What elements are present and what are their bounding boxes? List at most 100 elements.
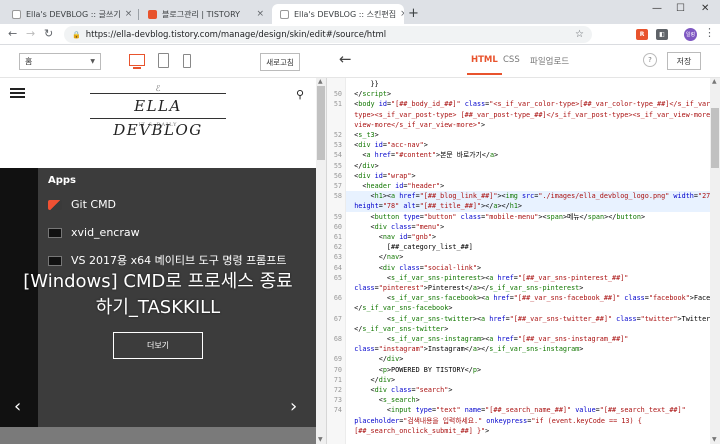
maximize-button[interactable]: ☐	[676, 3, 685, 14]
read-more-button[interactable]: 더보기	[113, 332, 203, 359]
apps-heading: Apps	[48, 175, 77, 186]
browser-tab-1[interactable]: Ella's DEVBLOG :: 글쓰기 ×	[4, 4, 136, 24]
browser-menu-icon[interactable]: ⋮	[704, 26, 715, 39]
code-line[interactable]: [##_search_onclick_submit_##] }">	[346, 426, 489, 436]
code-line[interactable]: <s_if_var_sns-pinterest><a href="[##_var…	[346, 273, 628, 283]
scroll-up-icon[interactable]: ▲	[712, 78, 717, 85]
help-icon[interactable]: ?	[643, 53, 657, 67]
code-line[interactable]: class="instagram">Instagram</a></s_if_va…	[346, 344, 583, 354]
code-line[interactable]: </div>	[346, 161, 379, 171]
code-line[interactable]: class="pinterest">Pinterest</a></s_if_va…	[346, 283, 583, 293]
tab-close-icon[interactable]: ×	[396, 9, 404, 19]
tab-file-upload[interactable]: 파일업로드	[530, 55, 569, 67]
line-number: 59	[333, 212, 342, 221]
window-close-button[interactable]: ✕	[701, 3, 709, 14]
page-select-value: 홈	[25, 57, 33, 66]
scrollbar-thumb[interactable]	[711, 108, 719, 168]
code-line[interactable]: <div class="social-link">	[346, 263, 481, 273]
code-line[interactable]: <header id="header">	[346, 181, 444, 191]
blog-logo[interactable]: ELLA DEVBLOG	[90, 93, 226, 139]
slider-next-icon[interactable]: ›	[290, 396, 297, 417]
tab-css[interactable]: CSS	[503, 55, 520, 65]
code-line[interactable]: </s_if_var_sns-twitter>	[346, 324, 448, 334]
code-line[interactable]: </nav>	[346, 252, 404, 262]
skin-editor-pane: ← HTML CSS 파일업로드 ? 저장 }} 50 </script> 51 <…	[327, 45, 720, 444]
tab-html[interactable]: HTML	[467, 55, 502, 75]
editor-scrollbar[interactable]: ▲ ▼	[710, 78, 720, 444]
desktop-view-icon[interactable]	[129, 54, 145, 66]
line-number: 52	[333, 131, 342, 139]
tab-close-icon[interactable]: ×	[252, 9, 264, 19]
code-line[interactable]: <s_if_var_sns-twitter><a href="[##_var_s…	[346, 314, 710, 324]
search-icon[interactable]: ⚲	[296, 88, 304, 101]
slider-prev-icon[interactable]: ‹	[14, 396, 21, 417]
back-arrow-icon[interactable]: ←	[339, 50, 352, 68]
bookmark-star-icon[interactable]: ☆	[575, 29, 584, 40]
line-number: 66	[333, 294, 342, 303]
code-line[interactable]: <div id="acc-nav">	[346, 140, 428, 150]
preview-scrollbar[interactable]: ▲ ▼	[316, 78, 326, 444]
code-line[interactable]: type><s_if_var_post-type> [##_var_post-t…	[346, 110, 710, 120]
new-tab-button[interactable]: +	[408, 6, 419, 21]
mobile-view-icon[interactable]	[183, 54, 191, 68]
tistory-favicon-icon	[280, 9, 289, 19]
code-line[interactable]: <s_search>	[346, 395, 420, 405]
code-line[interactable]: view-more</s_if_var_view-more>">	[346, 120, 485, 130]
code-line[interactable]: placeholder="검색내용을 입력하세요." onkeypress="i…	[346, 416, 642, 426]
profile-avatar[interactable]: 일렁	[684, 28, 697, 41]
browser-tab-3-active[interactable]: Ella's DEVBLOG :: 스킨편집 ×	[272, 4, 404, 24]
line-number: 73	[333, 396, 342, 405]
code-line[interactable]: height="78" alt="[##_title_##]"></a></h1…	[346, 201, 710, 212]
scroll-up-icon[interactable]: ▲	[318, 78, 323, 85]
post-title[interactable]: [Windows] CMD로 프로세스 종료하기_TASKKILL	[20, 269, 296, 321]
code-line[interactable]: <div id="wrap">	[346, 171, 415, 181]
desktop-stand	[133, 67, 141, 69]
scrollbar-thumb[interactable]	[317, 86, 325, 160]
scroll-down-icon[interactable]: ▼	[712, 436, 717, 443]
extension-icon[interactable]: ◧	[656, 29, 668, 40]
code-line[interactable]: <nav id="gnb">	[346, 232, 436, 242]
reload-icon[interactable]: ↻	[44, 27, 53, 40]
forward-arrow-icon[interactable]: →	[26, 27, 35, 40]
code-line[interactable]: </s_if_var_sns-facebook>	[346, 303, 452, 313]
code-line[interactable]: [##_category_list_##]	[346, 242, 473, 252]
code-line[interactable]: <s_t3>	[346, 130, 379, 140]
code-line[interactable]: </div>	[346, 354, 404, 364]
line-number: 70	[333, 365, 342, 374]
minimize-button[interactable]: —	[652, 3, 662, 14]
post-category: IT	[154, 256, 162, 264]
line-number: 55	[333, 161, 342, 170]
back-arrow-icon[interactable]: ←	[8, 27, 17, 40]
tab-separator	[138, 9, 139, 20]
refresh-button[interactable]: 새로고침	[260, 53, 300, 71]
scroll-down-icon[interactable]: ▼	[318, 436, 323, 443]
save-button[interactable]: 저장	[667, 52, 701, 70]
tablet-view-icon[interactable]	[158, 53, 169, 68]
html-code-editor[interactable]: }} 50 </script> 51 <body id="[##_body_id_#…	[327, 78, 710, 444]
code-line[interactable]: </script>	[346, 89, 391, 99]
url-bar[interactable]: 🔒 https://ella-devblog.tistory.com/manag…	[64, 26, 592, 43]
blog-preview: ℰ ELLA DEVBLOG IT & DAILY ⚲ Apps Git CMD…	[0, 78, 316, 444]
line-number: 53	[333, 141, 342, 150]
code-line[interactable]: <s_if_var_sns-facebook><a href="[##_var_…	[346, 293, 710, 303]
featured-post-slider[interactable]: Apps Git CMD xvid_encraw VS 2017용 x64 네이…	[0, 168, 316, 444]
line-number: 60	[333, 222, 342, 231]
browser-tab-2[interactable]: 블로그관리 | TISTORY ×	[140, 4, 270, 24]
line-number: 71	[333, 375, 342, 384]
tab-close-icon[interactable]: ×	[121, 9, 133, 19]
code-line[interactable]: }}	[346, 79, 379, 89]
code-line[interactable]: <a href="#content">본문 바로가기</a>	[346, 150, 498, 160]
code-line[interactable]: <p>POWERED BY TISTORY</p>	[346, 365, 481, 375]
line-number: 65	[333, 273, 342, 282]
extension-icon[interactable]: R	[636, 29, 648, 40]
code-line[interactable]: <button type="button" class="mobile-menu…	[346, 212, 646, 222]
code-line[interactable]: <body id="[##_body_id_##]" class="<s_if_…	[346, 99, 710, 109]
code-line[interactable]: <input type="text" name="[##_search_name…	[346, 405, 686, 415]
code-line[interactable]: <h1><a href="[##_blog_link_##]"><img src…	[346, 191, 710, 202]
page-select[interactable]: 홈 ▼	[19, 53, 101, 70]
code-line[interactable]: <s_if_var_sns-instagram><a href="[##_var…	[346, 334, 628, 344]
code-line[interactable]: </div>	[346, 375, 396, 385]
code-line[interactable]: <div class="menu">	[346, 222, 445, 232]
code-line[interactable]: <div class="search">	[346, 385, 453, 395]
tab-title: Ella's DEVBLOG :: 스킨편집	[294, 9, 397, 19]
